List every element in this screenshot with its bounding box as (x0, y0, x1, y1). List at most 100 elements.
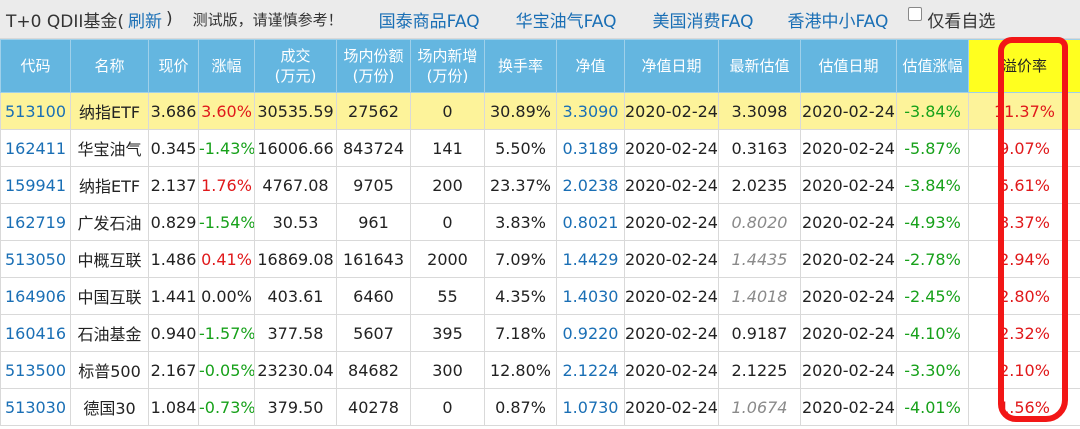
table-row[interactable]: 160416 石油基金 0.940 -1.57% 377.58 5607 395 7.18% 0… (0, 314, 1080, 352)
cell-nav: 0.3189 (556, 129, 625, 167)
cell-nav-date: 2020-02-24 (624, 240, 719, 278)
table-row[interactable]: 164906 中国互联 1.441 0.00% 403.61 6460 55 4.35% 1.4… (0, 277, 1080, 315)
cell-estimate: 1.0674 (718, 388, 801, 426)
column-header-premium[interactable]: 溢价率 (968, 39, 1080, 93)
cell-code[interactable]: 164906 (0, 277, 71, 315)
cell-price: 0.829 (148, 203, 199, 241)
cell-estimate-date: 2020-02-24 (800, 388, 897, 426)
cell-estimate-date: 2020-02-24 (800, 166, 897, 204)
cell-premium: 11.37% (968, 92, 1080, 130)
cell-code[interactable]: 160416 (0, 314, 71, 352)
cell-new-shares: 200 (410, 166, 485, 204)
cell-nav-date: 2020-02-24 (624, 129, 719, 167)
cell-change: -1.54% (198, 203, 255, 241)
table-row[interactable]: 513100 纳指ETF 3.686 3.60% 30535.59 27562 0 30.89… (0, 92, 1080, 130)
only-self-label: 仅看自选 (927, 11, 996, 32)
cell-change: 3.60% (198, 92, 255, 130)
column-header-name[interactable]: 名称 (70, 39, 149, 93)
cell-new-shares: 0 (410, 203, 485, 241)
cell-name: 纳指ETF (70, 92, 149, 130)
cell-estimate: 0.8020 (718, 203, 801, 241)
table-row[interactable]: 159941 纳指ETF 2.137 1.76% 4767.08 9705 200 23.37… (0, 166, 1080, 204)
cell-estimate-change: -2.45% (896, 277, 969, 315)
cell-shares: 5607 (336, 314, 411, 352)
cell-new-shares: 55 (410, 277, 485, 315)
cell-code[interactable]: 162411 (0, 129, 71, 167)
cell-turnover: 16006.66 (254, 129, 337, 167)
cell-shares: 843724 (336, 129, 411, 167)
cell-new-shares: 2000 (410, 240, 485, 278)
column-header-nav[interactable]: 净值 (556, 39, 625, 93)
refresh-link[interactable]: 刷新 (128, 7, 162, 32)
column-header-price[interactable]: 现价 (148, 39, 199, 93)
cell-change: 0.00% (198, 277, 255, 315)
cell-premium: 2.80% (968, 277, 1080, 315)
cell-estimate-change: -3.84% (896, 166, 969, 204)
cell-turnover-rate: 0.87% (484, 388, 557, 426)
column-header-estimate-date[interactable]: 估值日期 (800, 39, 897, 93)
cell-premium: 3.37% (968, 203, 1080, 241)
cell-code[interactable]: 513050 (0, 240, 71, 278)
column-header-new-shares[interactable]: 场内新增 (万份) (410, 39, 485, 93)
cell-turnover: 16869.08 (254, 240, 337, 278)
column-header-turnover-rate[interactable]: 换手率 (484, 39, 557, 93)
column-header-estimate[interactable]: 最新估值 (718, 39, 801, 93)
cell-shares: 84682 (336, 351, 411, 389)
cell-estimate-change: -2.78% (896, 240, 969, 278)
cell-shares: 6460 (336, 277, 411, 315)
column-header-change[interactable]: 涨幅 (198, 39, 255, 93)
cell-estimate-change: -4.93% (896, 203, 969, 241)
table-row[interactable]: 162411 华宝油气 0.345 -1.43% 16006.66 843724 141 5.… (0, 129, 1080, 167)
table-row[interactable]: 513050 中概互联 1.486 0.41% 16869.08 161643 2000 7.… (0, 240, 1080, 278)
column-header-shares[interactable]: 场内份额 (万份) (336, 39, 411, 93)
cell-premium: 5.61% (968, 166, 1080, 204)
only-self-checkbox[interactable] (908, 7, 923, 21)
cell-estimate-date: 2020-02-24 (800, 240, 897, 278)
cell-premium: 9.07% (968, 129, 1080, 167)
cell-price: 1.486 (148, 240, 199, 278)
cell-nav: 2.0238 (556, 166, 625, 204)
cell-turnover-rate: 7.09% (484, 240, 557, 278)
table-body: 513100 纳指ETF 3.686 3.60% 30535.59 27562 0 30.89… (0, 92, 1080, 426)
cell-nav-date: 2020-02-24 (624, 92, 719, 130)
cell-new-shares: 141 (410, 129, 485, 167)
beta-notice: 测试版，请谨慎参考！ (192, 10, 343, 29)
cell-estimate-change: -5.87% (896, 129, 969, 167)
column-header-code[interactable]: 代码 (0, 39, 71, 93)
cell-estimate: 2.1225 (718, 351, 801, 389)
cell-name: 华宝油气 (70, 129, 149, 167)
page-title-suffix: ) (165, 9, 173, 29)
cell-code[interactable]: 513100 (0, 92, 71, 130)
table-row[interactable]: 162719 广发石油 0.829 -1.54% 30.53 961 0 3.83% 0.802… (0, 203, 1080, 241)
faq-link-us-consumer[interactable]: 美国消费FAQ (653, 7, 754, 32)
cell-shares: 27562 (336, 92, 411, 130)
column-header-nav-date[interactable]: 净值日期 (624, 39, 719, 93)
faq-link-guotai[interactable]: 国泰商品FAQ (379, 7, 480, 32)
cell-change: 1.76% (198, 166, 255, 204)
cell-price: 1.441 (148, 277, 199, 315)
cell-estimate-date: 2020-02-24 (800, 351, 897, 389)
cell-code[interactable]: 513030 (0, 388, 71, 426)
faq-link-hk-smallcap[interactable]: 香港中小FAQ (787, 7, 888, 32)
cell-change: -1.57% (198, 314, 255, 352)
column-header-turnover[interactable]: 成交 (万元) (254, 39, 337, 93)
cell-turnover: 4767.08 (254, 166, 337, 204)
cell-name: 德国30 (70, 388, 149, 426)
faq-link-huabao[interactable]: 华宝油气FAQ (516, 7, 617, 32)
column-header-estimate-change[interactable]: 估值涨幅 (896, 39, 969, 93)
table-row[interactable]: 513030 德国30 1.084 -0.73% 379.50 40278 0 0.87% 1.… (0, 388, 1080, 426)
cell-name: 标普500 (70, 351, 149, 389)
cell-code[interactable]: 159941 (0, 166, 71, 204)
cell-name: 广发石油 (70, 203, 149, 241)
cell-price: 1.084 (148, 388, 199, 426)
cell-estimate-change: -4.10% (896, 314, 969, 352)
cell-estimate-change: -3.84% (896, 92, 969, 130)
cell-nav-date: 2020-02-24 (624, 166, 719, 204)
cell-nav-date: 2020-02-24 (624, 277, 719, 315)
only-self-toggle[interactable]: 仅看自选 (908, 7, 995, 32)
cell-code[interactable]: 162719 (0, 203, 71, 241)
cell-name: 石油基金 (70, 314, 149, 352)
cell-code[interactable]: 513500 (0, 351, 71, 389)
table-row[interactable]: 513500 标普500 2.167 -0.05% 23230.04 84682 300 12… (0, 351, 1080, 389)
cell-estimate: 2.0235 (718, 166, 801, 204)
